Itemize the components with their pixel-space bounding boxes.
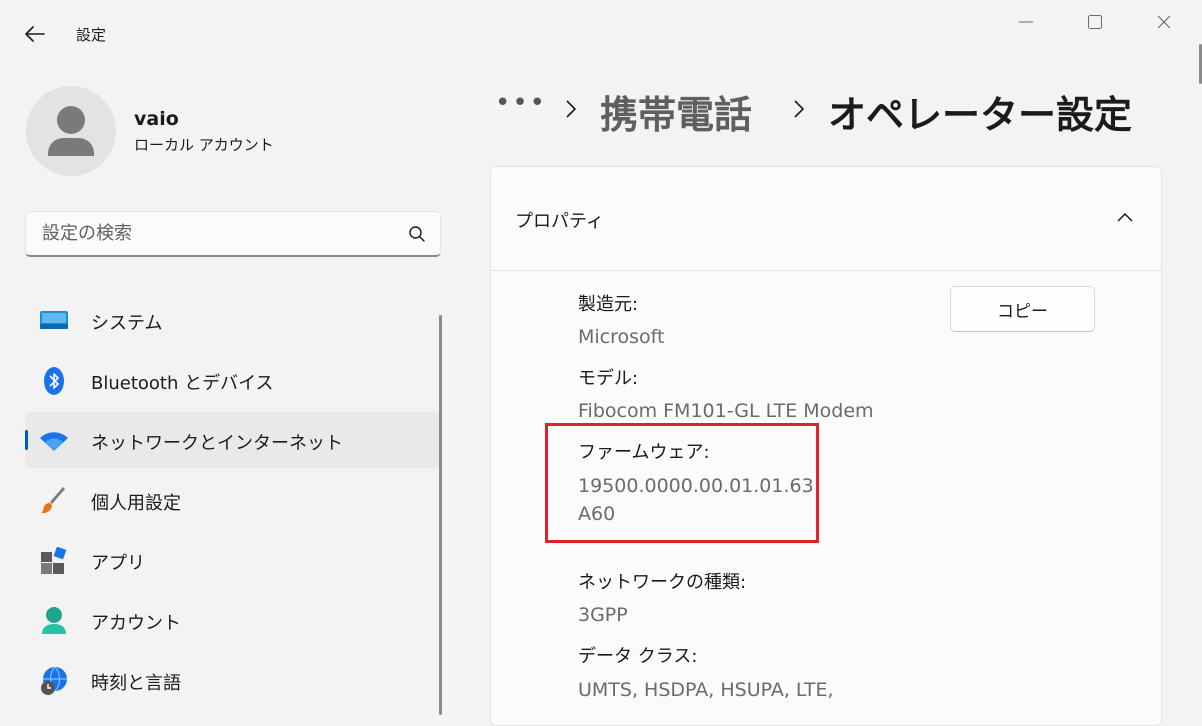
sidebar-nav: システム Bluetooth とデバイス ネットワークとインターネット 個人用設… <box>25 292 441 712</box>
model-label: モデル: <box>578 368 639 389</box>
sidebar-item-label: アカウント <box>91 613 181 634</box>
maximize-icon <box>1088 15 1102 29</box>
bluetooth-icon <box>39 366 69 396</box>
sidebar-item-bluetooth[interactable]: Bluetooth とデバイス <box>25 352 441 408</box>
sidebar-item-label: システム <box>91 313 163 334</box>
page-title: オペレーター設定 <box>828 93 1133 137</box>
breadcrumb-overflow-button[interactable]: ••• <box>495 88 547 118</box>
paintbrush-icon <box>39 486 69 516</box>
search-icon <box>409 226 425 242</box>
manufacturer-value: Microsoft <box>578 326 665 348</box>
sidebar-item-label: 時刻と言語 <box>91 673 181 694</box>
sidebar-item-label: ネットワークとインターネット <box>91 433 343 454</box>
breadcrumb-parent[interactable]: 携帯電話 <box>600 84 752 139</box>
app-title: 設定 <box>76 26 107 44</box>
sidebar-item-system[interactable]: システム <box>25 292 441 348</box>
sidebar-item-label: Bluetooth とデバイス <box>91 373 274 394</box>
back-arrow-icon <box>25 26 45 42</box>
sidebar-scrollbar[interactable] <box>439 315 442 715</box>
sidebar-item-network[interactable]: ネットワークとインターネット <box>25 412 441 468</box>
user-name: vaio <box>134 108 179 130</box>
data-class-label: データ クラス: <box>578 646 698 667</box>
model-value: Fibocom FM101-GL LTE Modem <box>578 400 874 422</box>
back-button[interactable] <box>14 18 56 50</box>
search-input[interactable] <box>42 220 382 246</box>
data-class-value: UMTS, HSDPA, HSUPA, LTE, <box>578 679 834 701</box>
chevron-up-icon[interactable] <box>1113 207 1137 227</box>
firmware-highlight-box <box>545 423 819 543</box>
system-display-icon <box>39 306 69 336</box>
sidebar-item-label: アプリ <box>91 553 145 574</box>
minimize-icon <box>1019 21 1033 23</box>
copy-button[interactable]: コピー <box>950 286 1095 332</box>
network-type-label: ネットワークの種類: <box>578 572 747 593</box>
chevron-right-icon <box>560 94 582 124</box>
sidebar-item-apps[interactable]: アプリ <box>25 532 441 588</box>
search-box[interactable] <box>25 211 441 257</box>
account-icon <box>39 606 69 636</box>
close-button[interactable] <box>1130 4 1198 40</box>
chevron-right-icon <box>788 94 810 124</box>
active-indicator <box>25 430 28 450</box>
apps-icon <box>39 546 69 576</box>
sidebar-item-accounts[interactable]: アカウント <box>25 592 441 648</box>
properties-title: プロパティ <box>515 211 604 232</box>
globe-clock-icon <box>39 666 69 696</box>
sidebar-item-personalization[interactable]: 個人用設定 <box>25 472 441 528</box>
minimize-button[interactable] <box>992 4 1060 40</box>
person-icon <box>48 106 94 156</box>
sidebar-item-time-language[interactable]: 時刻と言語 <box>25 652 441 708</box>
avatar[interactable] <box>26 86 116 176</box>
account-type: ローカル アカウント <box>134 136 274 154</box>
maximize-button[interactable] <box>1061 4 1129 40</box>
wifi-icon <box>39 426 69 456</box>
manufacturer-label: 製造元: <box>578 294 639 315</box>
sidebar-item-label: 個人用設定 <box>91 493 181 514</box>
properties-header[interactable]: プロパティ <box>491 167 1161 271</box>
network-type-value: 3GPP <box>578 604 628 626</box>
close-icon <box>1157 15 1171 29</box>
